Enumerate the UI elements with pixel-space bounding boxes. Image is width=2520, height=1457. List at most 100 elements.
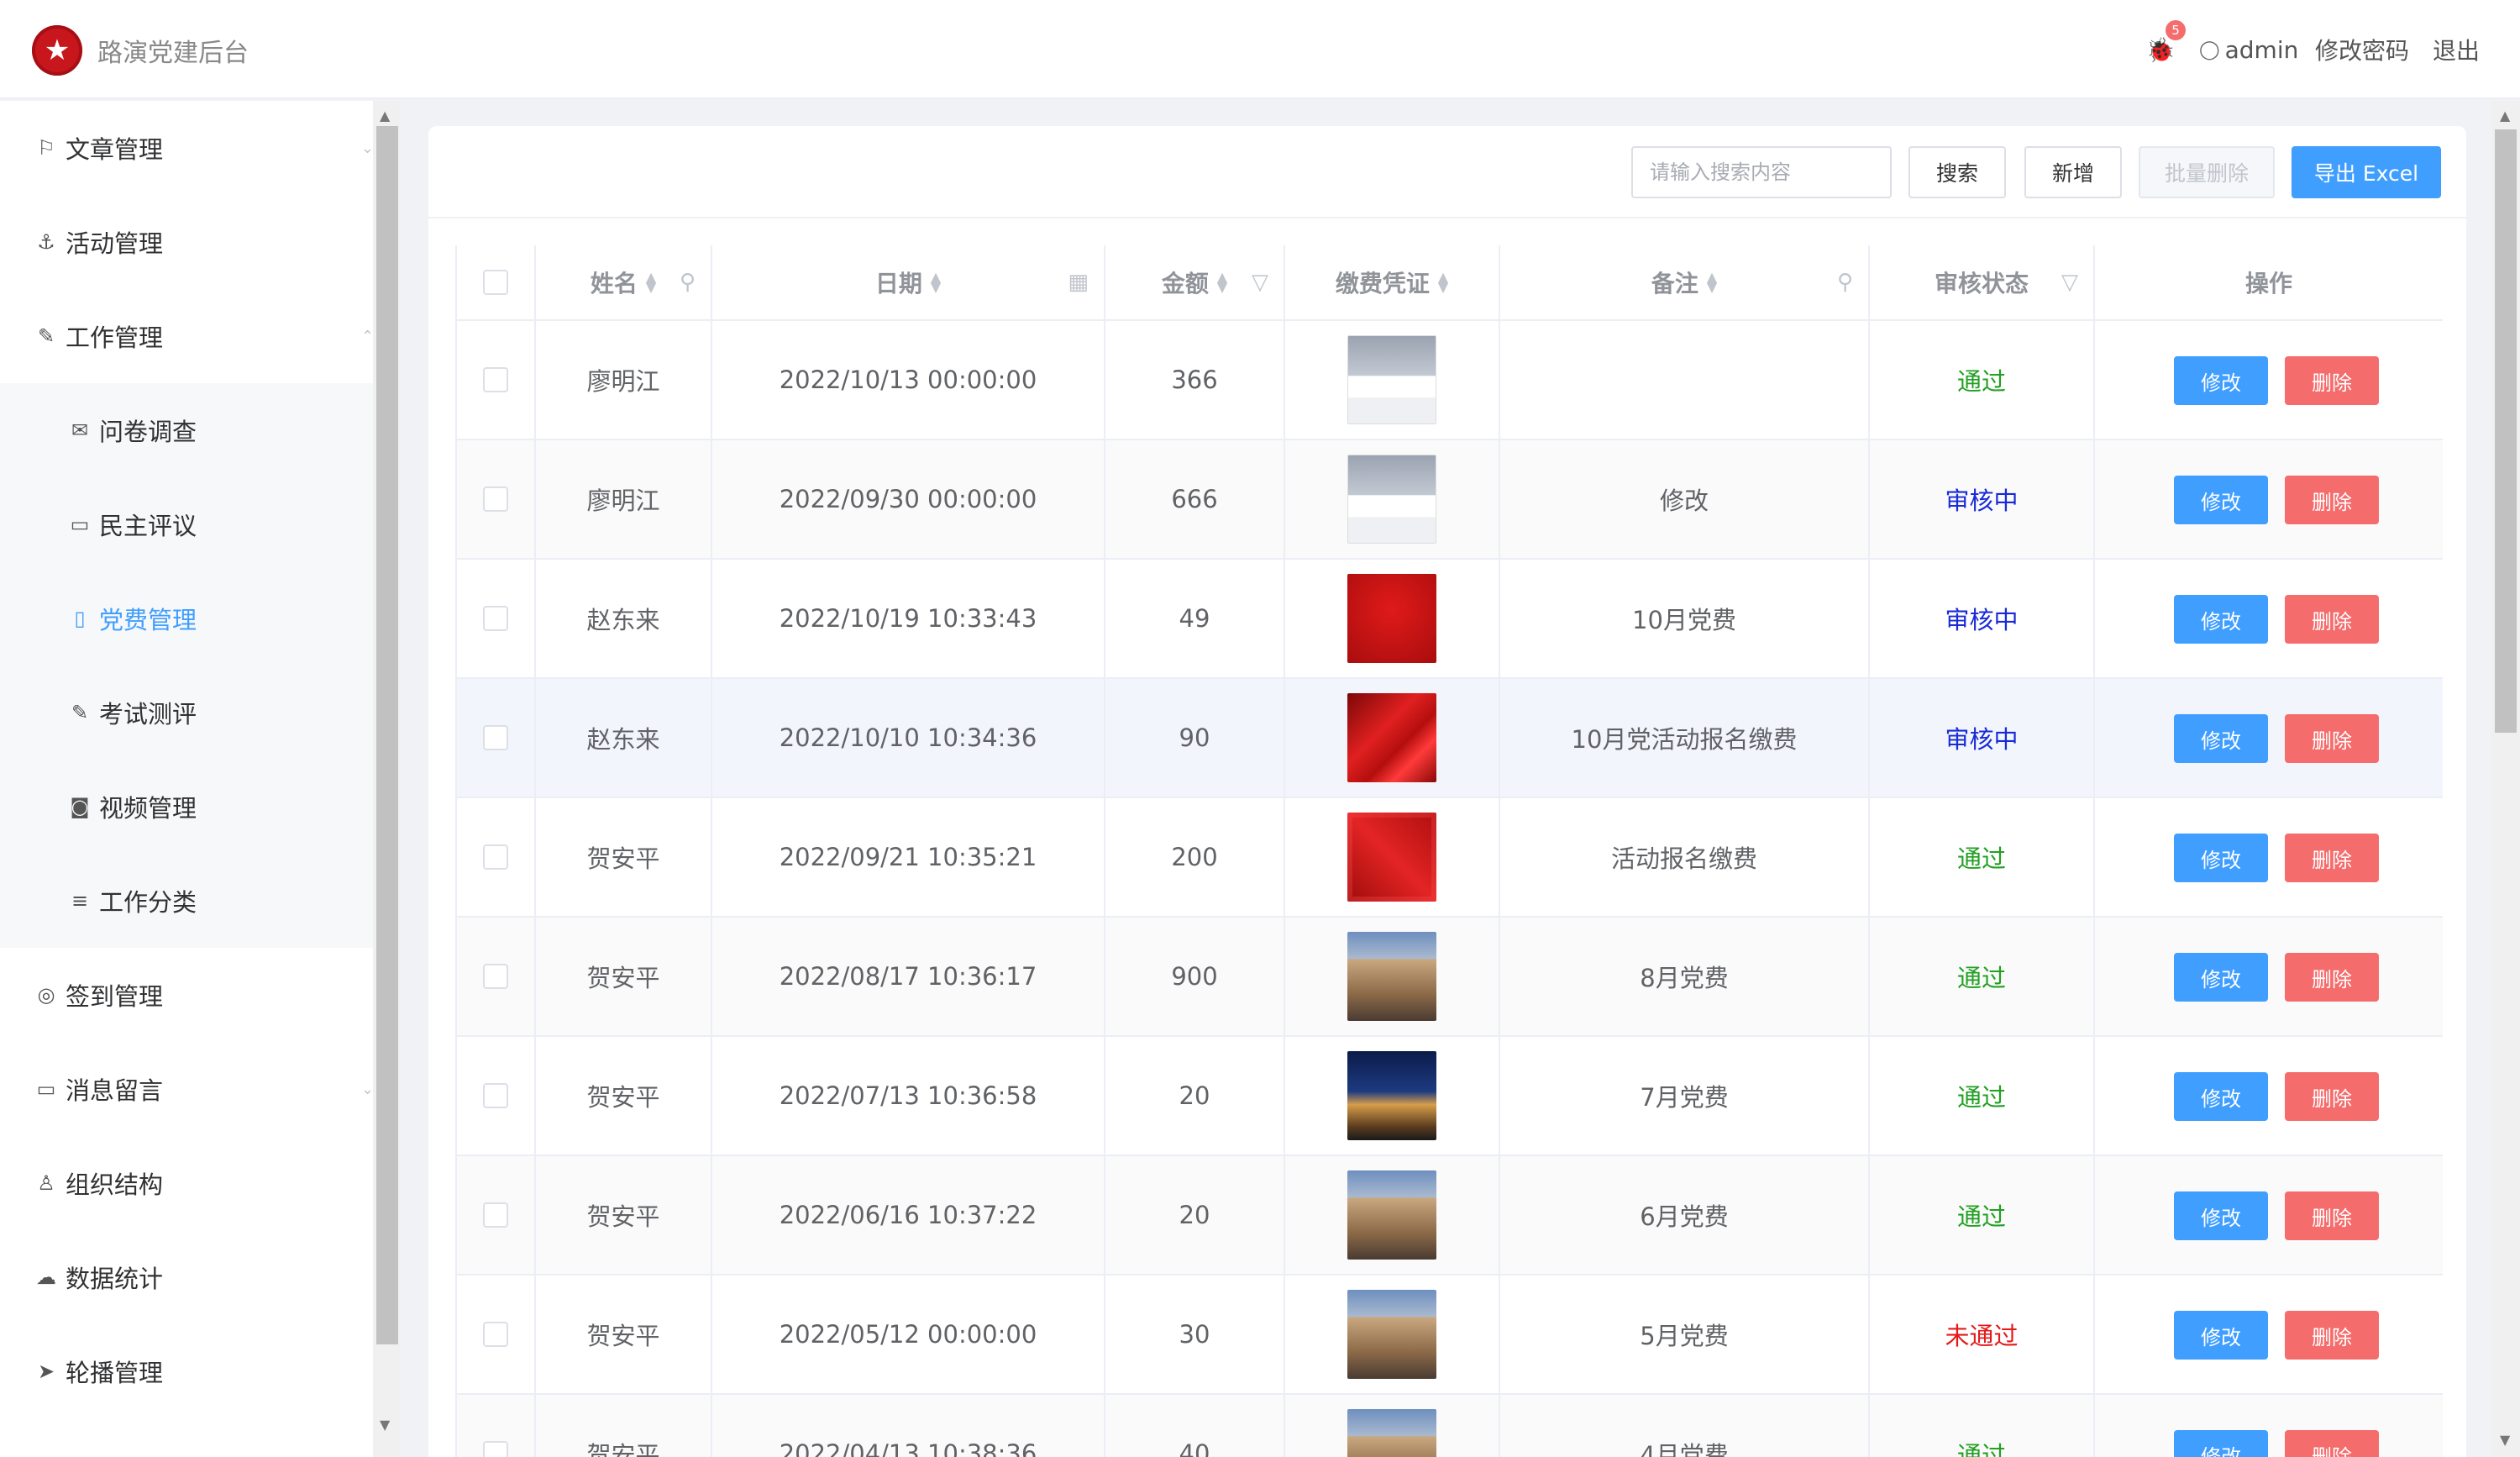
edit-button[interactable]: 修改 — [2174, 356, 2268, 405]
table-row[interactable]: 贺安平 2022/08/17 10:36:17 900 8月党费 通过 修改 删除 — [457, 918, 2443, 1037]
export-excel-button[interactable]: 导出 Excel — [2292, 146, 2441, 198]
sort-icon[interactable]: ▲ ▼ — [646, 271, 656, 294]
page-scrollbar-thumb[interactable] — [2495, 129, 2517, 733]
sidebar-item-13[interactable]: ➤ 轮播管理 — [0, 1324, 373, 1418]
edit-button[interactable]: 修改 — [2174, 1191, 2268, 1240]
row-checkbox[interactable] — [483, 367, 508, 392]
voucher-thumbnail[interactable] — [1347, 1170, 1436, 1260]
logout-link[interactable]: 退出 — [2433, 0, 2480, 99]
sidebar-item-9[interactable]: ◎ 签到管理 — [0, 948, 373, 1042]
sidebar-item-7[interactable]: ◙ 视频管理 — [0, 760, 373, 854]
voucher-thumbnail[interactable] — [1347, 932, 1436, 1021]
edit-button[interactable]: 修改 — [2174, 1072, 2268, 1121]
sidebar-item-10[interactable]: ▭ 消息留言 ⌄ — [0, 1042, 374, 1136]
sidebar-item-5[interactable]: ▯ 党费管理 — [0, 571, 373, 665]
voucher-thumbnail[interactable] — [1347, 574, 1436, 663]
search-icon[interactable]: ⚲ — [680, 270, 696, 295]
voucher-thumbnail[interactable] — [1347, 1290, 1436, 1379]
sidebar-item-1[interactable]: ⚓ 活动管理 — [0, 195, 373, 289]
table-row[interactable]: 赵东来 2022/10/10 10:34:36 90 10月党活动报名缴费 审核中 修改删… — [457, 679, 2443, 798]
table-row[interactable]: 贺安平 2022/09/21 10:35:21 200 活动报名缴费 通过 修改 删除 — [457, 798, 2443, 918]
sidebar-item-2[interactable]: ✎ 工作管理 ⌃ — [0, 289, 374, 383]
calendar-icon[interactable]: ▦ — [1068, 270, 1089, 295]
col-voucher[interactable]: 缴费凭证 ▲ ▼ — [1285, 245, 1500, 319]
search-input[interactable] — [1631, 146, 1892, 198]
row-checkbox[interactable] — [483, 1202, 508, 1228]
batch-delete-button[interactable]: 批量删除 — [2139, 146, 2275, 198]
row-checkbox[interactable] — [483, 1083, 508, 1108]
edit-button[interactable]: 修改 — [2174, 1311, 2268, 1360]
edit-button[interactable]: 修改 — [2174, 834, 2268, 882]
sort-icon[interactable]: ▲ ▼ — [1217, 271, 1227, 294]
sidebar-item-0[interactable]: ⚐ 文章管理 ⌄ — [0, 101, 374, 195]
edit-button[interactable]: 修改 — [2174, 476, 2268, 524]
table-row[interactable]: 贺安平 2022/07/13 10:36:58 20 7月党费 通过 修改 删除 — [457, 1037, 2443, 1156]
sidebar-item-11[interactable]: ♙ 组织结构 — [0, 1136, 373, 1230]
sidebar-item-8[interactable]: ≡ 工作分类 — [0, 854, 373, 948]
delete-button[interactable]: 删除 — [2285, 476, 2379, 524]
sidebar-scroll-up-icon[interactable]: ▲ — [380, 108, 390, 124]
voucher-thumbnail[interactable] — [1347, 335, 1436, 424]
change-password-link[interactable]: 修改密码 — [2315, 0, 2409, 99]
delete-button[interactable]: 删除 — [2285, 1191, 2379, 1240]
delete-button[interactable]: 删除 — [2285, 1430, 2379, 1457]
row-checkbox[interactable] — [483, 964, 508, 989]
filter-icon[interactable]: ▽ — [2061, 270, 2078, 295]
col-status-label: 审核状态 — [1934, 270, 2029, 297]
sort-icon[interactable]: ▲ ▼ — [931, 271, 941, 294]
table-row[interactable]: 廖明江 2022/09/30 00:00:00 666 修改 审核中 修改 删除 — [457, 440, 2443, 560]
delete-button[interactable]: 删除 — [2285, 714, 2379, 763]
row-checkbox[interactable] — [483, 606, 508, 631]
voucher-thumbnail[interactable] — [1347, 813, 1436, 902]
edit-button[interactable]: 修改 — [2174, 595, 2268, 644]
sidebar-item-4[interactable]: ▭ 民主评议 — [0, 477, 373, 571]
select-all-checkbox[interactable] — [483, 270, 508, 295]
voucher-thumbnail[interactable] — [1347, 1409, 1436, 1457]
table-row[interactable]: 贺安平 2022/04/13 10:38:36 40 4月党费 通过 修改 删除 — [457, 1395, 2443, 1457]
page-scroll-up-icon[interactable]: ▲ — [2500, 108, 2510, 124]
user-icon: ◯ — [2199, 39, 2220, 60]
edit-button[interactable]: 修改 — [2174, 953, 2268, 1002]
voucher-thumbnail[interactable] — [1347, 455, 1436, 544]
col-name[interactable]: 姓名 ▲ ▼ ⚲ — [536, 245, 712, 319]
sidebar-scroll-down-icon[interactable]: ▼ — [380, 1417, 390, 1433]
delete-button[interactable]: 删除 — [2285, 834, 2379, 882]
search-icon[interactable]: ⚲ — [1837, 270, 1853, 295]
table-row[interactable]: 廖明江 2022/10/13 00:00:00 366 通过 修改 删除 — [457, 321, 2443, 440]
row-checkbox[interactable] — [483, 1322, 508, 1347]
col-date[interactable]: 日期 ▲ ▼ ▦ — [712, 245, 1105, 319]
edit-button[interactable]: 修改 — [2174, 1430, 2268, 1457]
bug-icon[interactable]: 🐞 — [2144, 0, 2177, 99]
row-checkbox[interactable] — [483, 725, 508, 750]
sidebar-item-3[interactable]: ✉ 问卷调查 — [0, 383, 373, 477]
voucher-thumbnail[interactable] — [1347, 693, 1436, 782]
sidebar-item-label: 视频管理 — [99, 794, 197, 823]
delete-button[interactable]: 删除 — [2285, 356, 2379, 405]
col-status[interactable]: 审核状态 ▽ — [1870, 245, 2095, 319]
col-note[interactable]: 备注 ▲ ▼ ⚲ — [1500, 245, 1870, 319]
sort-icon[interactable]: ▲ ▼ — [1438, 271, 1448, 294]
filter-icon[interactable]: ▽ — [1252, 270, 1268, 295]
col-amount[interactable]: 金额 ▲ ▼ ▽ — [1105, 245, 1285, 319]
page-scroll-down-icon[interactable]: ▼ — [2500, 1432, 2510, 1448]
voucher-thumbnail[interactable] — [1347, 1051, 1436, 1140]
table-row[interactable]: 贺安平 2022/06/16 10:37:22 20 6月党费 通过 修改 删除 — [457, 1156, 2443, 1276]
row-checkbox[interactable] — [483, 844, 508, 870]
row-checkbox[interactable] — [483, 487, 508, 512]
delete-button[interactable]: 删除 — [2285, 595, 2379, 644]
edit-button[interactable]: 修改 — [2174, 714, 2268, 763]
delete-button[interactable]: 删除 — [2285, 1311, 2379, 1360]
sort-icon[interactable]: ▲ ▼ — [1707, 271, 1717, 294]
sidebar-scrollbar-thumb[interactable] — [376, 126, 398, 1344]
row-checkbox[interactable] — [483, 1441, 508, 1457]
table-row[interactable]: 贺安平 2022/05/12 00:00:00 30 5月党费 未通过 修改 删除 — [457, 1276, 2443, 1395]
sidebar-item-6[interactable]: ✎ 考试测评 — [0, 665, 373, 760]
user-menu[interactable]: ◯ admin — [2199, 0, 2298, 99]
sidebar-item-12[interactable]: ☁ 数据统计 — [0, 1230, 373, 1324]
delete-button[interactable]: 删除 — [2285, 953, 2379, 1002]
add-button[interactable]: 新增 — [2024, 146, 2122, 198]
search-button[interactable]: 搜索 — [1908, 146, 2006, 198]
delete-button[interactable]: 删除 — [2285, 1072, 2379, 1121]
table-row[interactable]: 赵东来 2022/10/19 10:33:43 49 10月党费 审核中 修改 删除 — [457, 560, 2443, 679]
sidebar-item-label: 工作分类 — [99, 888, 197, 917]
